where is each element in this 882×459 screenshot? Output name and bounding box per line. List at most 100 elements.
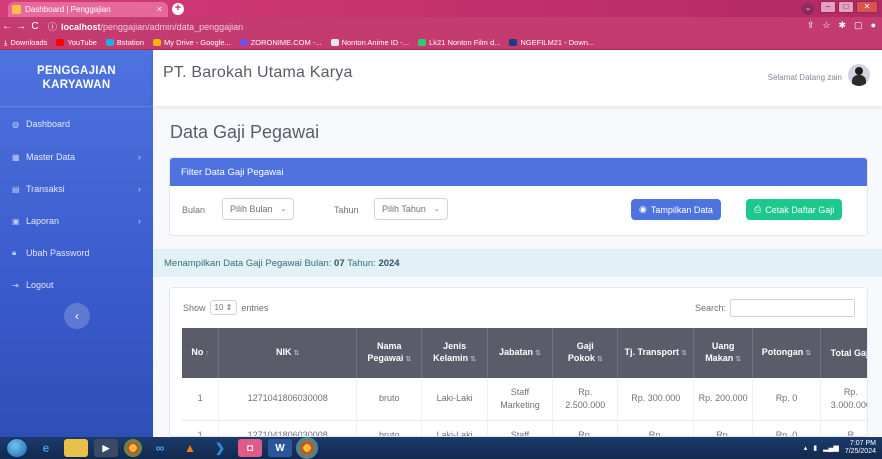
bookmark-label: Downloads (10, 38, 48, 47)
table-cell: 1 (182, 420, 220, 436)
bookmark-lk21[interactable]: Lk21 Nonton Film d... (418, 38, 500, 47)
app-icon[interactable]: ◘ (238, 439, 262, 457)
clock[interactable]: 7:07 PM 7/25/2024 (845, 440, 876, 456)
youtube-icon (56, 39, 65, 46)
info-prefix: Menampilkan Data Gaji Pegawai Bulan: (164, 257, 332, 269)
drive-icon (153, 39, 162, 46)
brand-line-1: PENGGAJIAN (36, 65, 117, 77)
column-header-tj-transport[interactable]: Tj. Transport ⇅ (617, 328, 695, 378)
zoronime-icon (239, 39, 248, 46)
company-name: PT. Barokah Utama Karya (163, 64, 353, 81)
maximize-icon[interactable]: □ (838, 1, 854, 13)
start-button[interactable] (6, 438, 28, 458)
bookmark-label: Lk21 Nonton Film d... (429, 38, 501, 47)
sidebar-brand[interactable]: PENGGAJIAN KARYAWAN (0, 50, 153, 107)
bookmark-zoronime[interactable]: ZORONIME.COM -... (239, 38, 322, 47)
cetak-daftar-gaji-button[interactable]: ⎙ Cetak Daftar Gaji (746, 199, 843, 220)
reload-icon[interactable]: C (28, 21, 42, 32)
browser-tab[interactable]: Dashboard | Penggajian × (8, 2, 168, 17)
new-tab-button[interactable]: + (172, 3, 184, 15)
sidebar-item-master-data[interactable]: ▦ Master Data › (0, 141, 153, 173)
bulan-select[interactable]: Pilih Bulan ⌄ (222, 198, 295, 220)
back-icon[interactable]: ← (0, 21, 14, 32)
entries-select[interactable]: 10 ⇕ (209, 300, 238, 315)
search-input[interactable] (730, 299, 855, 317)
vscode-icon[interactable]: ❯ (208, 439, 232, 457)
vlc-icon[interactable]: ▲ (178, 439, 202, 457)
sidebar-item-dashboard[interactable]: ◍ Dashboard (0, 107, 153, 141)
bookmark-bstation[interactable]: Bstation (105, 38, 144, 47)
table-cell: Rp. (552, 420, 619, 436)
tampilkan-data-button[interactable]: ◉ Tampilkan Data (631, 199, 721, 220)
tray-arrow-icon[interactable]: ▴ (804, 444, 808, 452)
column-header-potongan[interactable]: Potongan ⇅ (752, 328, 821, 378)
forward-icon[interactable]: → (14, 21, 28, 32)
chevron-right-icon: › (138, 152, 141, 162)
entries-select-value: 10 (214, 303, 224, 312)
column-header-jenis-kelamin[interactable]: Jenis Kelamin ⇅ (421, 328, 488, 378)
tab-search-icon[interactable]: ⌄ (802, 3, 814, 15)
column-header-total-gaji[interactable]: Total Gaji (820, 328, 867, 378)
sidebar-item-ubah-password[interactable]: 🔒︎ Ubah Password (0, 237, 153, 269)
info-alert: Menampilkan Data Gaji Pegawai Bulan: 07 … (153, 249, 882, 277)
bookmark-downloads[interactable]: ⤓ Downloads (4, 38, 47, 48)
word-icon[interactable]: W (268, 439, 292, 457)
window-close-icon[interactable]: ✕ (856, 1, 878, 13)
internet-explorer-icon[interactable]: e (34, 439, 58, 457)
signal-icon[interactable]: ▂▄▆ (823, 444, 839, 452)
share-icon[interactable]: ⇪ (807, 20, 815, 31)
column-header-no[interactable]: No ↑ (182, 328, 220, 378)
bookmark-youtube[interactable]: YouTube (56, 38, 97, 47)
column-header-jabatan[interactable]: Jabatan ⇅ (487, 328, 554, 378)
column-header-label: Tj. Transport (624, 347, 680, 357)
table-cell: Rp. 2.500.000 (552, 378, 619, 421)
column-header-label: Nama Pegawai (367, 341, 404, 363)
sidebar-toggle-button[interactable]: ‹ (64, 303, 90, 329)
table-header-row: No ↑ NIK ⇅ Nama Pegawai ⇅ Jenis Kelamin ⇅ Ja… (182, 328, 867, 378)
show-label: Show (183, 302, 206, 313)
minimize-icon[interactable]: – (820, 1, 836, 13)
url-field[interactable]: ⓘ localhost /penggajian/admin/data_pengg… (48, 20, 243, 33)
sidepanel-icon[interactable]: ▢ (854, 20, 863, 31)
media-player-icon[interactable]: ▶ (94, 439, 118, 457)
tab-close-icon[interactable]: × (157, 4, 162, 14)
chrome-icon[interactable] (124, 439, 142, 457)
column-header-gaji-pokok[interactable]: Gaji Pokok ⇅ (552, 328, 619, 378)
table-cell: Laki-Laki (421, 420, 488, 436)
bookmark-star-icon[interactable]: ☆ (822, 20, 830, 31)
avatar[interactable] (848, 64, 870, 86)
lock-icon: 🔒︎ (12, 248, 17, 257)
tahun-select-value: Pilih Tahun (382, 204, 426, 214)
column-header-nik[interactable]: NIK ⇅ (218, 328, 358, 378)
infinity-icon[interactable]: ∞ (148, 439, 172, 457)
filter-card: Filter Data Gaji Pegawai Bulan Pilih Bul… (169, 157, 868, 236)
sort-icon: ⇅ (405, 356, 412, 363)
sidebar-item-label: Laporan (26, 216, 60, 226)
bookmark-ngefilm[interactable]: NGEFILM21 - Down... (509, 38, 594, 47)
chevron-right-icon: › (138, 184, 141, 194)
brand-line-2: KARYAWAN (42, 79, 111, 91)
column-header-uang-makan[interactable]: Uang Makan ⇅ (693, 328, 754, 378)
table-cell: Rp. 3.000.000 (820, 378, 867, 421)
database-icon: ▦ (12, 152, 20, 162)
welcome-text[interactable]: Selamat Datang zain (768, 73, 842, 82)
tahun-select[interactable]: Pilih Tahun ⌄ (374, 198, 448, 220)
extensions-icon[interactable]: ✱ (839, 20, 847, 31)
column-header-label: No (191, 347, 204, 357)
sidebar-item-transaksi[interactable]: ▤ Transaksi › (0, 173, 153, 205)
bookmark-drive[interactable]: My Drive - Google... (153, 38, 231, 47)
bookmarks-bar: ⤓ Downloads YouTube Bstation My Drive - G… (0, 36, 882, 50)
chrome-active-icon[interactable] (296, 437, 318, 459)
file-explorer-icon[interactable] (64, 439, 88, 457)
column-header-nama-pegawai[interactable]: Nama Pegawai ⇅ (356, 328, 423, 378)
dashboard-icon: ◍ (12, 119, 19, 129)
sidebar-item-laporan[interactable]: ▣ Laporan › (0, 205, 153, 237)
network-icon[interactable]: ▮ (813, 444, 817, 452)
sidebar-item-label: Ubah Password (26, 248, 90, 258)
sidebar-item-logout[interactable]: ⇥ Logout (0, 269, 153, 301)
search-label: Search: (694, 303, 726, 313)
profile-icon[interactable]: ● (871, 20, 876, 31)
bookmark-nonton-anime[interactable]: Nonton Anime ID -... (330, 38, 409, 47)
topbar: PT. Barokah Utama Karya Selamat Datang z… (153, 50, 882, 106)
column-header-label: Uang Makan (705, 341, 735, 363)
